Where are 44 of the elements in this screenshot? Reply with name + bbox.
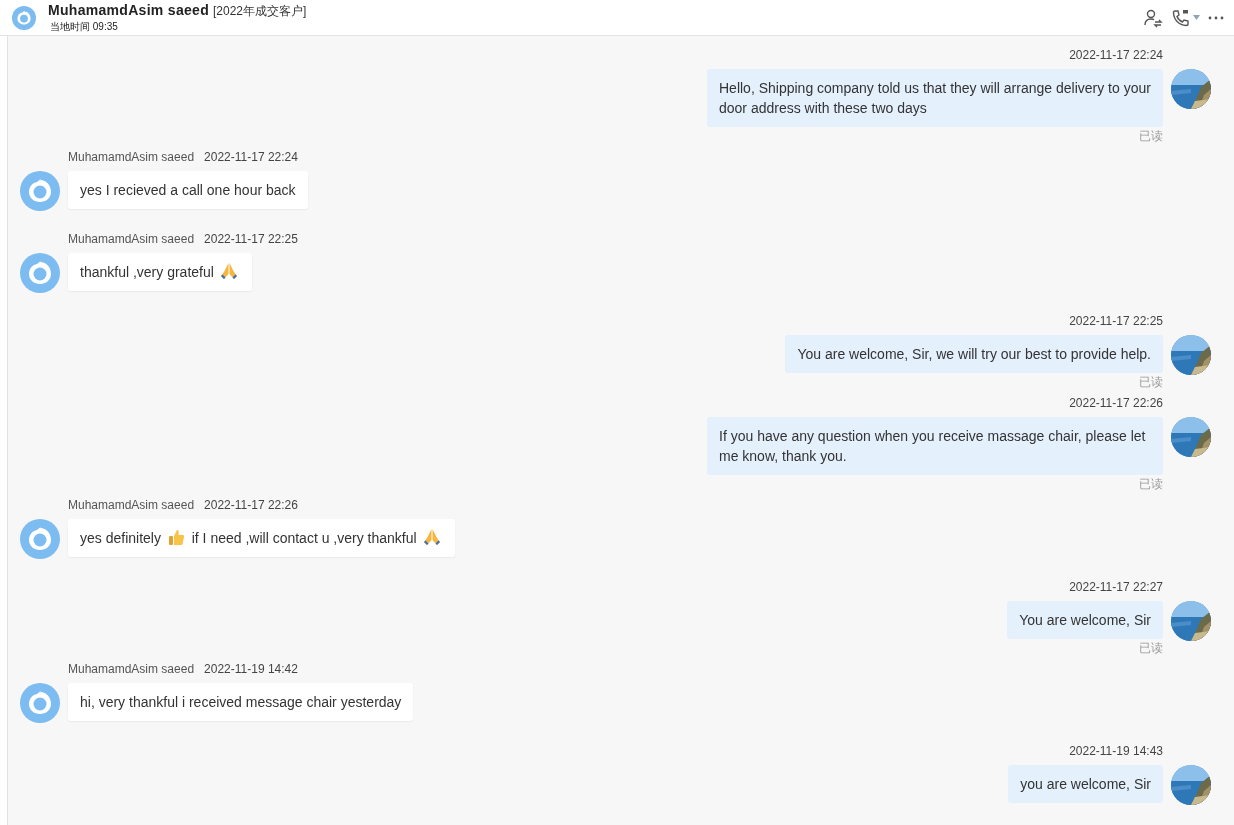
message-bubble: You are welcome, Sir, we will try our best to provide help. (785, 335, 1163, 373)
sender-name: MuhamamdAsim saeed (68, 150, 195, 164)
sender-name: MuhamamdAsim saeed (68, 232, 195, 246)
read-status: 已读 (1139, 373, 1163, 391)
thumbs-up-icon (167, 529, 185, 546)
praying-hands-icon (219, 262, 238, 280)
message-time: 2022-11-19 14:43 (1069, 744, 1163, 758)
message-time: 2022-11-17 22:24 (204, 150, 298, 164)
read-status: 已读 (1139, 639, 1163, 657)
message-time: 2022-11-19 14:42 (204, 662, 298, 676)
local-time: 当地时间 09:35 (50, 19, 119, 34)
person-transfer-icon (1143, 7, 1163, 28)
more-button[interactable] (1208, 15, 1224, 20)
caret-icon (1193, 15, 1200, 20)
customer-tag: [2022年成交客户] (213, 2, 307, 20)
avatar-icon (20, 519, 60, 559)
message-bubble: hi, very thankful i received message chair yesterday (68, 683, 414, 721)
message-time: 2022-11-17 22:24 (1069, 48, 1163, 62)
message-bubble: Hello, Shipping company told us that they will arrange delivery to your door address with these two days (707, 69, 1163, 127)
sender-name: MuhamamdAsim saeed (68, 662, 195, 676)
read-status: 已读 (1139, 475, 1163, 493)
praying-hands-icon (422, 528, 441, 546)
message-bubble: yes definitely if I need ,will contact u ,very thankful (68, 519, 455, 557)
contact-name: MuhamamdAsim saeed (48, 1, 209, 18)
message-time: 2022-11-17 22:25 (204, 232, 298, 246)
sender-name: MuhamamdAsim saeed (68, 498, 195, 512)
message-time: 2022-11-17 22:25 (1069, 314, 1163, 328)
read-status: 已读 (1139, 127, 1163, 145)
avatar-icon (12, 5, 36, 30)
message-time: 2022-11-17 22:26 (204, 498, 298, 512)
avatar-icon (20, 683, 60, 723)
avatar-icon (20, 253, 60, 293)
message-bubble: thankful ,very grateful (68, 253, 252, 291)
transfer-contact-button[interactable] (1143, 7, 1163, 28)
message-bubble: If you have any question when you receive massage chair, please let me know, thank you. (707, 417, 1163, 475)
call-button[interactable] (1171, 7, 1200, 28)
message-time: 2022-11-17 22:27 (1069, 580, 1163, 594)
phone-icon (1171, 7, 1191, 28)
avatar-icon (20, 171, 60, 211)
message-bubble: you are welcome, Sir (1008, 765, 1163, 803)
message-bubble: You are welcome, Sir (1007, 601, 1163, 639)
more-icon (1208, 15, 1224, 20)
message-bubble: yes I recieved a call one hour back (68, 171, 308, 209)
message-time: 2022-11-17 22:26 (1069, 396, 1163, 410)
